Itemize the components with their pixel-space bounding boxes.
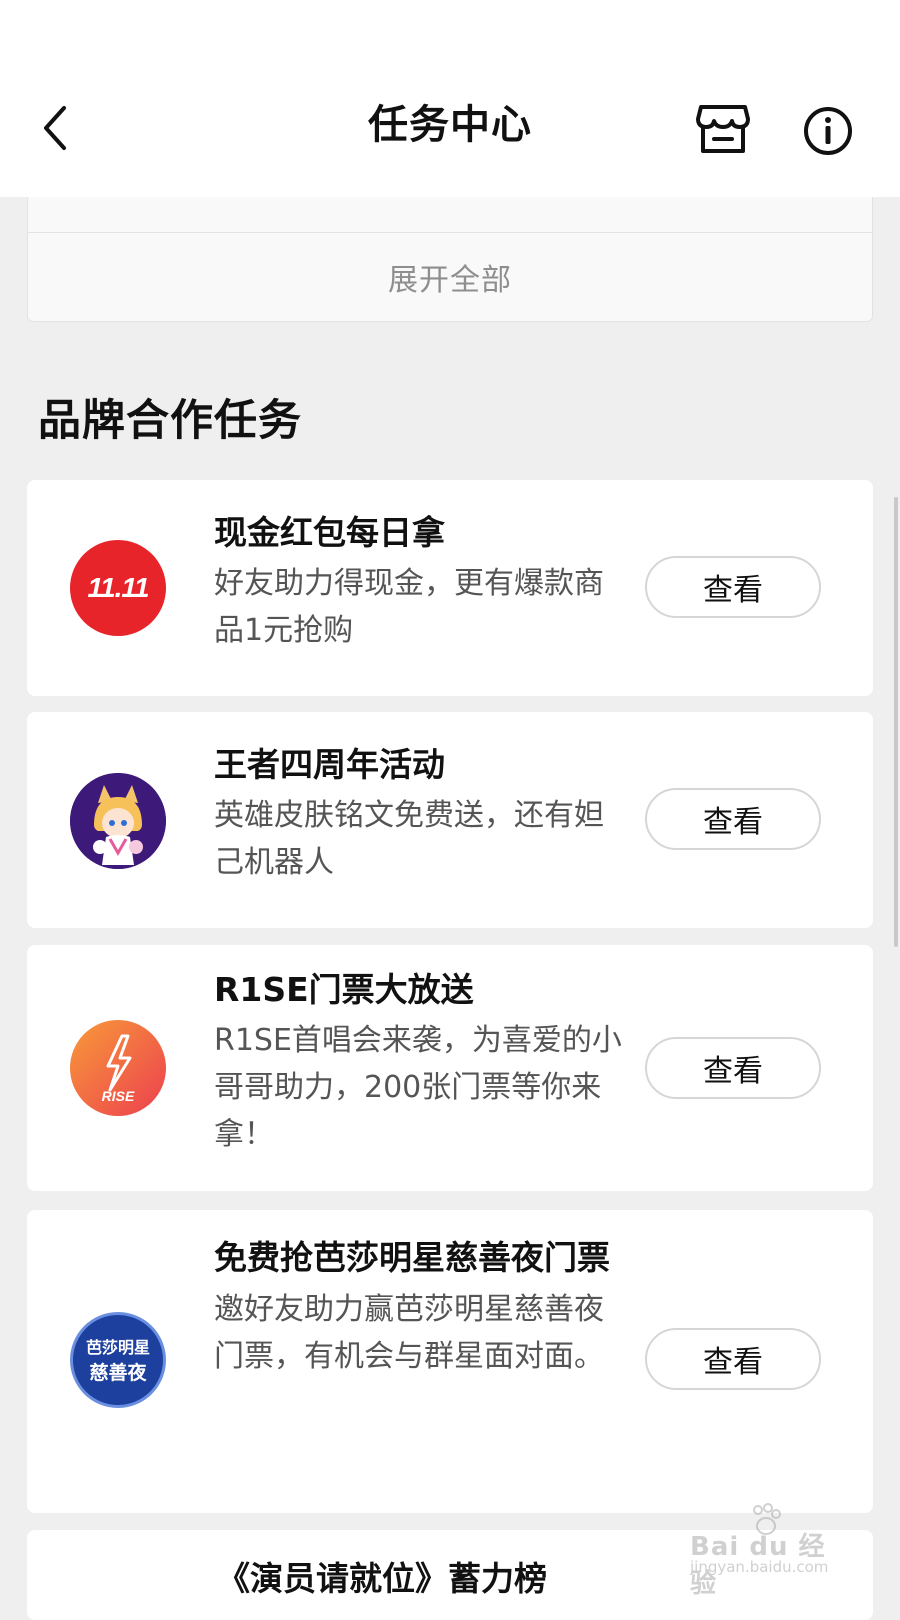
task-description: R1SE首唱会来袭，为喜爱的小哥哥助力，200张门票等你来拿！: [214, 1023, 622, 1152]
watermark-url: jingyan.baidu.com: [690, 1558, 829, 1576]
task-logo-bazaar: 芭莎明星 慈善夜: [70, 1312, 166, 1408]
task-card: 芭莎明星 慈善夜 免费抢芭莎明星慈善夜门票 邀好友助力赢芭莎明星慈善夜门票，有机…: [27, 1210, 873, 1513]
logo-text-line2: 慈善夜: [89, 1362, 147, 1384]
view-button[interactable]: 查看: [645, 1037, 821, 1099]
page-title: 任务中心: [368, 102, 532, 148]
info-icon: [804, 107, 852, 155]
task-description: 好友助力得现金，更有爆款商品1元抢购: [214, 566, 604, 648]
task-logo-rise: RISE: [70, 1020, 166, 1116]
store-icon: [696, 105, 750, 153]
task-description: 邀好友助力赢芭莎明星慈善夜门票，有机会与群星面对面。: [214, 1292, 604, 1374]
task-card: RISE R1SE门票大放送 R1SE首唱会来袭，为喜爱的小哥哥助力，200张门…: [27, 945, 873, 1191]
task-description: 英雄皮肤铭文免费送，还有妲己机器人: [214, 798, 604, 880]
daji-character-icon: [70, 773, 166, 869]
logo-text: RISE: [101, 1088, 135, 1104]
scrollbar-thumb[interactable]: [894, 497, 898, 947]
task-title: 《演员请就位》蓄力榜: [217, 1559, 547, 1598]
logo-text-line1: 芭莎明星: [85, 1338, 150, 1357]
task-title: 王者四周年活动: [214, 745, 445, 784]
task-title: 现金红包每日拿: [214, 513, 445, 552]
task-title: R1SE门票大放送: [214, 970, 474, 1009]
expand-all-button[interactable]: 展开全部: [28, 233, 872, 321]
task-card: 王者四周年活动 英雄皮肤铭文免费送，还有妲己机器人 查看: [27, 712, 873, 928]
section-title: 品牌合作任务: [38, 396, 302, 446]
info-button[interactable]: [799, 102, 857, 160]
top-navigation-bar: 任务中心: [0, 0, 900, 197]
task-title: 免费抢芭莎明星慈善夜门票: [214, 1238, 610, 1277]
store-button[interactable]: [692, 100, 754, 158]
baidu-watermark: Bai du 经验 jingyan.baidu.com: [690, 1500, 850, 1599]
task-logo-daji: [70, 773, 166, 869]
logo-text: 11.11: [87, 572, 150, 603]
view-button[interactable]: 查看: [645, 788, 821, 850]
task-card: 11.11 现金红包每日拿 好友助力得现金，更有爆款商品1元抢购 查看: [27, 480, 873, 696]
collapsed-task-list: 展开全部: [27, 186, 873, 322]
view-button[interactable]: 查看: [645, 1328, 821, 1390]
task-logo-1111: 11.11: [70, 540, 166, 636]
view-button[interactable]: 查看: [645, 556, 821, 618]
